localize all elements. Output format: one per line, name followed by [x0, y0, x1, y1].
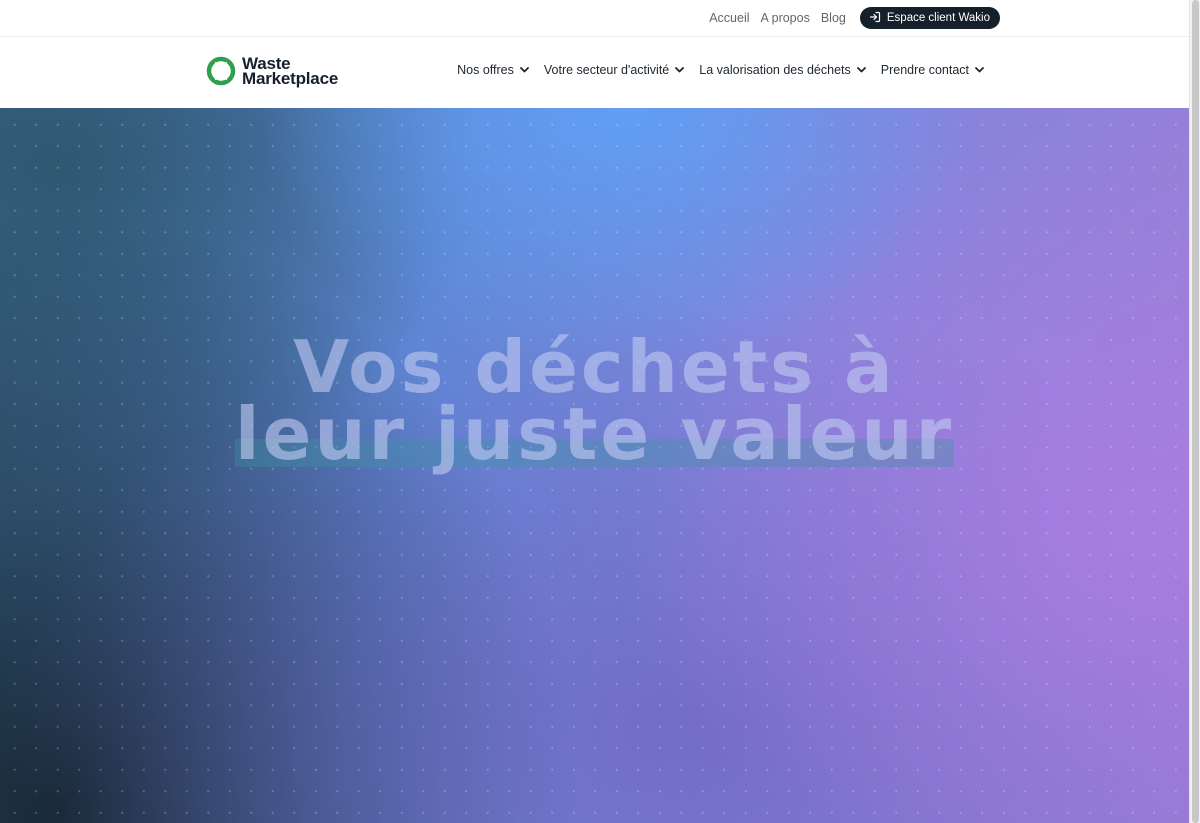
login-icon [869, 11, 881, 26]
page-scrollbar[interactable] [1189, 0, 1200, 823]
utility-links: Accueil A propos Blog Espace client Waki… [709, 7, 1000, 29]
main-nav: Nos offres Votre secteur d'activité La v… [457, 63, 984, 77]
blog-link[interactable]: Blog [821, 11, 846, 25]
nav-valorisation-dechets[interactable]: La valorisation des déchets [699, 63, 866, 77]
hero-section: Vos déchets à leur juste valeur [0, 108, 1189, 823]
nav-nos-offres[interactable]: Nos offres [457, 63, 529, 77]
site-logo[interactable]: Waste Marketplace [206, 55, 339, 88]
chevron-down-icon [856, 67, 866, 73]
chevron-down-icon [975, 67, 984, 73]
espace-client-label: Espace client Wakio [886, 12, 990, 24]
hero-title-line-2: leur juste valeur [234, 398, 955, 470]
hero-title-line-1: Vos déchets à [293, 325, 896, 409]
espace-client-button[interactable]: Espace client Wakio [859, 7, 1000, 29]
page: Accueil A propos Blog Espace client Waki… [0, 0, 1189, 823]
nav-label: Nos offres [457, 63, 514, 77]
main-header: Waste Marketplace Nos offres Votre secte… [0, 37, 1189, 108]
accueil-link[interactable]: Accueil [709, 11, 749, 25]
a-propos-link[interactable]: A propos [761, 11, 810, 25]
ring-logo-icon [206, 56, 236, 86]
chevron-down-icon [675, 67, 685, 73]
logo-line-2: Marketplace [242, 69, 339, 88]
hero-title-line-2-text: leur juste valeur [234, 392, 955, 476]
chevron-down-icon [519, 67, 529, 73]
nav-label: Prendre contact [880, 63, 969, 77]
top-utility-bar: Accueil A propos Blog Espace client Waki… [0, 0, 1189, 37]
logo-wordmark: Waste Marketplace [242, 55, 339, 88]
nav-prendre-contact[interactable]: Prendre contact [881, 63, 984, 77]
hero-title: Vos déchets à leur juste valeur [0, 325, 1189, 470]
nav-label: La valorisation des déchets [699, 63, 851, 77]
nav-label: Votre secteur d'activité [543, 63, 670, 77]
nav-secteur-activite[interactable]: Votre secteur d'activité [543, 63, 685, 77]
scrollbar-thumb[interactable] [1192, 0, 1199, 823]
